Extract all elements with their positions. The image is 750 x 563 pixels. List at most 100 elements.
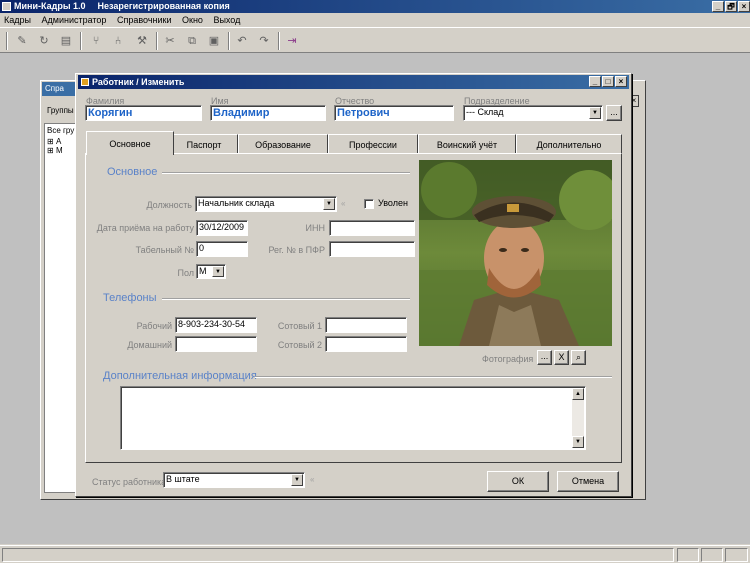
exit-door-icon[interactable]: ⇥ xyxy=(284,33,300,49)
memo-scrollbar[interactable]: ▲ ▼ xyxy=(572,388,584,448)
dialog-maximize-button[interactable]: □ xyxy=(602,76,614,87)
status-bar xyxy=(0,545,750,563)
employee-photo-image xyxy=(419,160,612,346)
position-select[interactable]: Начальник склада ▼ xyxy=(195,196,337,212)
app-title: Мини-Кадры 1.0 xyxy=(14,1,86,11)
background-window-edge xyxy=(631,110,639,495)
tab-additional[interactable]: Дополнительно xyxy=(516,134,622,154)
tab-professions[interactable]: Профессии xyxy=(328,134,418,154)
menu-item-window[interactable]: Окно xyxy=(182,15,203,25)
status-select[interactable]: В штате ▼ xyxy=(163,472,305,488)
gender-label: Пол xyxy=(177,268,194,278)
copy-icon[interactable]: ⧉ xyxy=(184,33,200,49)
tree-item[interactable]: ⊞ А xyxy=(47,137,77,146)
first-name-field[interactable]: Владимир xyxy=(210,105,326,121)
toolbar: ✎ ↻ ▤ ⑂ ⑃ ⚒ ✂ ⧉ ▣ ↶ ↷ ⇥ xyxy=(0,27,750,53)
status-cell xyxy=(725,548,748,562)
pfr-field[interactable] xyxy=(329,241,415,257)
last-name-field[interactable]: Корягин xyxy=(85,105,202,121)
undo-icon[interactable]: ↶ xyxy=(234,33,250,49)
tools-icon[interactable]: ⚒ xyxy=(134,33,150,49)
chevron-down-icon[interactable]: ▼ xyxy=(589,107,601,119)
chevron-down-icon[interactable]: ▼ xyxy=(291,474,303,486)
toolbar-separator xyxy=(156,32,158,50)
cancel-button[interactable]: Отмена xyxy=(557,471,619,492)
inn-field[interactable] xyxy=(329,220,415,236)
close-button[interactable]: × xyxy=(738,1,750,12)
gender-select[interactable]: М ▼ xyxy=(196,264,226,279)
mobile2-field[interactable] xyxy=(325,336,407,352)
tab-education[interactable]: Образование xyxy=(238,134,328,154)
dialog-title: Работник / Изменить xyxy=(92,77,185,87)
minimize-button[interactable]: _ xyxy=(712,1,724,12)
double-chevron-icon: « xyxy=(341,199,346,208)
mobile1-label: Сотовый 1 xyxy=(277,321,322,331)
groups-label: Группы xyxy=(47,106,74,115)
patronymic-field[interactable]: Петрович xyxy=(334,105,454,121)
section-title-phones: Телефоны xyxy=(103,292,157,304)
tab-number-label: Табельный № xyxy=(135,245,194,255)
paste-icon[interactable]: ▣ xyxy=(206,33,222,49)
tab-number-field[interactable]: 0 xyxy=(196,241,248,257)
section-title-main: Основное xyxy=(107,166,158,178)
chevron-down-icon[interactable]: ▼ xyxy=(572,436,584,448)
department-browse-button[interactable]: ... xyxy=(606,105,622,121)
department-select[interactable]: --- Склад ▼ xyxy=(463,105,603,121)
menu-item-exit[interactable]: Выход xyxy=(213,15,240,25)
status-cell xyxy=(677,548,699,562)
tab-military[interactable]: Воинский учёт xyxy=(418,134,516,154)
tab-main[interactable]: Основное xyxy=(86,131,174,155)
document-icon[interactable]: ▤ xyxy=(58,33,74,49)
inn-label: ИНН xyxy=(305,223,325,233)
section-divider xyxy=(162,298,410,300)
menu-item-staff[interactable]: Кадры xyxy=(4,15,31,25)
hire-date-label: Дата приёма на работу xyxy=(96,223,194,233)
photo-browse-button[interactable]: ... xyxy=(537,350,552,365)
tab-passport[interactable]: Паспорт xyxy=(170,134,238,154)
menu-bar: Кадры Администратор Справочники Окно Вых… xyxy=(0,13,750,27)
dialog-minimize-button[interactable]: _ xyxy=(589,76,601,87)
toolbar-separator xyxy=(278,32,280,50)
tree-add-icon[interactable]: ⑃ xyxy=(110,33,126,49)
home-phone-label: Домашний xyxy=(127,340,172,350)
magnifier-icon: ⌕ xyxy=(575,352,582,362)
redo-icon[interactable]: ↷ xyxy=(256,33,272,49)
pfr-label: Рег. № в ПФР xyxy=(268,245,325,255)
tree-item[interactable]: ⊞ М xyxy=(47,146,77,155)
cut-icon[interactable]: ✂ xyxy=(162,33,178,49)
refresh-icon[interactable]: ↻ xyxy=(36,33,52,49)
menu-item-references[interactable]: Справочники xyxy=(117,15,172,25)
fired-label: Уволен xyxy=(378,198,408,208)
photo-view-button[interactable]: ⌕ xyxy=(571,350,586,365)
status-value: В штате xyxy=(166,474,200,484)
work-phone-field[interactable]: 8-903-234-30-54 xyxy=(175,317,257,333)
status-label: Статус работника xyxy=(92,477,167,487)
toolbar-separator xyxy=(80,32,82,50)
tree-icon[interactable]: ⑂ xyxy=(88,33,104,49)
license-note: Незарегистрированная копия xyxy=(97,1,230,11)
home-phone-field[interactable] xyxy=(175,336,257,352)
photo-label: Фотография xyxy=(482,354,534,364)
employee-photo[interactable] xyxy=(419,160,612,346)
chevron-up-icon[interactable]: ▲ xyxy=(572,388,584,400)
dialog-icon xyxy=(81,78,89,86)
department-value: --- Склад xyxy=(466,107,504,117)
position-label: Должность xyxy=(146,200,192,210)
mobile1-field[interactable] xyxy=(325,317,407,333)
photo-clear-button[interactable]: X xyxy=(554,350,569,365)
hire-date-field[interactable]: 30/12/2009 xyxy=(196,220,248,236)
app-icon xyxy=(2,2,11,11)
ok-button[interactable]: ОК xyxy=(487,471,549,492)
section-title-extra: Дополнительная информация xyxy=(103,370,257,382)
chevron-down-icon[interactable]: ▼ xyxy=(323,198,335,210)
edit-icon[interactable]: ✎ xyxy=(14,33,30,49)
double-chevron-icon: « xyxy=(310,475,315,484)
chevron-down-icon[interactable]: ▼ xyxy=(212,266,224,277)
section-divider xyxy=(162,172,410,174)
menu-item-admin[interactable]: Администратор xyxy=(42,15,107,25)
additional-info-textarea[interactable]: ▲ ▼ xyxy=(120,386,586,450)
dialog-close-button[interactable]: × xyxy=(615,76,627,87)
fired-checkbox[interactable] xyxy=(364,199,374,209)
toolbar-separator xyxy=(6,32,8,50)
restore-button[interactable]: 🗗 xyxy=(725,1,737,12)
